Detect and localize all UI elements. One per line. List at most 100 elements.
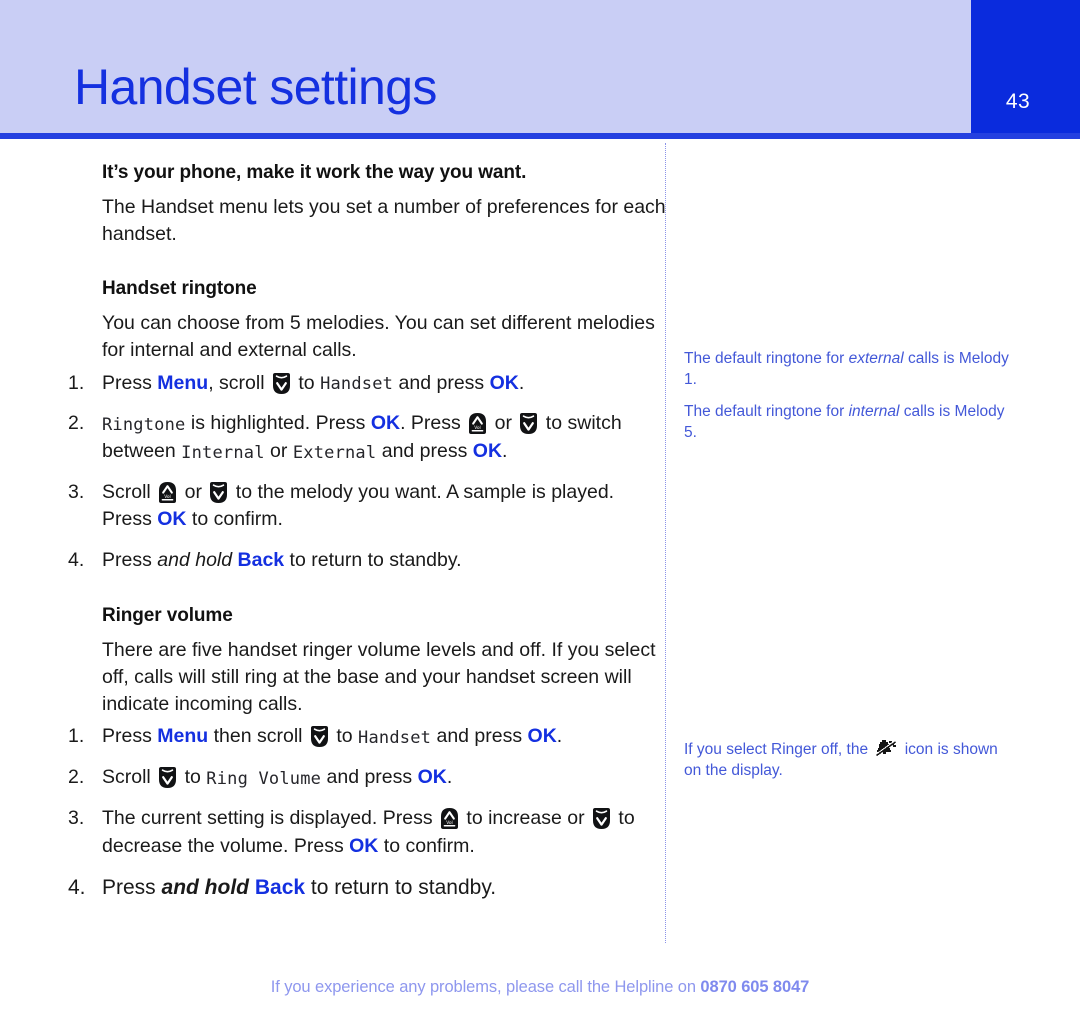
body-text: to [179, 766, 207, 789]
section-heading-ringer-volume: Ringer volume [102, 604, 233, 626]
step-body: Press Menu then scroll to Handset and pr… [102, 725, 563, 748]
body-text: and press [376, 440, 473, 462]
step-body: Ringtone is highlighted. Press OK. Press… [102, 412, 622, 462]
step-body: Press Menu, scroll to Handset and press … [102, 371, 525, 395]
instruction-step: 1. Press Menu then scroll to Handset and … [68, 723, 668, 751]
body-text: and press [431, 725, 528, 748]
instruction-step: 2. Scroll to Ring Volume and press OK. [68, 764, 668, 792]
scroll-down-key-icon [158, 766, 177, 789]
instruction-step: 3. Scroll Vol or to the melody you want. … [68, 479, 668, 534]
lcd-menu-label: Ring Volume [206, 768, 322, 789]
svg-text:Vol: Vol [474, 426, 481, 432]
body-text: or [179, 480, 208, 503]
instruction-step: 2. Ringtone is highlighted. Press OK. Pre… [68, 410, 668, 465]
section-body-ringer-volume: There are five handset ringer volume lev… [102, 638, 656, 715]
body-text: to return to standby. [305, 876, 497, 900]
page-number-tab: 43 [971, 0, 1080, 133]
body-text: Scroll [102, 480, 157, 503]
helpline-text: If you experience any problems, please c… [270, 978, 701, 996]
body-text: Press [102, 725, 158, 748]
key-label: Back [254, 876, 306, 900]
step-number: 2. [68, 412, 85, 435]
body-text: The default ringtone for [684, 350, 849, 367]
step-number: 1. [68, 725, 85, 748]
key-label: OK [370, 412, 401, 435]
body-text: . Press [400, 412, 467, 435]
scroll-down-key-icon [272, 372, 291, 395]
scroll-down-key-icon [209, 481, 228, 504]
step-body: Scroll Vol or to the melody you want. A … [102, 481, 614, 531]
step-number: 4. [68, 876, 86, 900]
step-body: The current setting is displayed. Press … [102, 807, 635, 857]
body-text: , scroll [208, 371, 270, 394]
step-number: 2. [68, 766, 85, 789]
step-body: Press and hold Back to return to standby… [102, 549, 462, 571]
body-text: to [292, 371, 321, 394]
key-label: Menu [157, 725, 209, 748]
scroll-up-key-icon: Vol [440, 807, 459, 830]
body-text: and press [393, 371, 490, 394]
emphasis-text: external [848, 350, 904, 367]
helpline-footer: If you experience any problems, please c… [0, 978, 1080, 997]
body-text: Press [102, 876, 162, 900]
step-number: 3. [68, 480, 85, 503]
instruction-step: 4. Press and hold Back to return to stand… [68, 547, 668, 575]
instruction-step: 1. Press Menu, scroll to Handset and pres… [68, 370, 668, 398]
body-text: or [489, 412, 518, 435]
body-text: Press [102, 371, 158, 394]
page-header: Handset settings 43 [0, 0, 1080, 133]
body-text: Scroll [102, 766, 157, 789]
body-text: then scroll [208, 725, 308, 748]
body-text: . [518, 371, 525, 394]
key-label: OK [157, 508, 187, 531]
scroll-up-key-icon: Vol [468, 412, 487, 435]
body-text: . [446, 766, 453, 789]
intro-paragraph: The Handset menu lets you set a number o… [102, 196, 666, 245]
lcd-menu-label: Internal [181, 442, 265, 463]
body-text: The default ringtone for [684, 402, 849, 420]
key-label: OK [417, 766, 447, 789]
section-heading-handset-ringtone: Handset ringtone [102, 277, 257, 299]
step-body: Press and hold Back to return to standby… [102, 876, 496, 899]
header-rule [0, 133, 1080, 139]
steps-ringer-volume: 1. Press Menu then scroll to Handset and … [68, 723, 668, 903]
body-text: to increase or [461, 806, 590, 829]
body-text: to confirm. [186, 508, 283, 531]
sidebar-note-default-external: The default ringtone for external calls … [684, 348, 1014, 391]
step-number: 1. [68, 371, 85, 394]
key-label: Back [237, 549, 285, 572]
sidebar-note-default-internal: The default ringtone for internal calls … [684, 401, 1014, 444]
scroll-up-key-icon: Vol [158, 481, 177, 504]
steps-handset-ringtone: 1. Press Menu, scroll to Handset and pres… [68, 370, 668, 575]
scroll-down-key-icon [592, 807, 611, 830]
step-number: 3. [68, 806, 85, 829]
key-label: OK [489, 371, 519, 394]
key-label: OK [349, 834, 379, 857]
svg-text:Vol: Vol [446, 820, 453, 826]
sidebar-note-ringer-off: If you select Ringer off, the icon is sh… [684, 739, 1014, 782]
scroll-down-key-icon [310, 725, 329, 748]
instruction-step: 3. The current setting is displayed. Pres… [68, 805, 668, 860]
key-label: Menu [157, 371, 209, 394]
lcd-menu-label: Handset [358, 727, 432, 748]
body-text: . [556, 725, 563, 748]
instruction-step: 4. Press and hold Back to return to stand… [68, 873, 668, 903]
page-title: Handset settings [74, 59, 437, 115]
body-text: Press [102, 549, 158, 572]
section-body-handset-ringtone: You can choose from 5 melodies. You can … [102, 311, 655, 361]
key-label: OK [527, 725, 557, 748]
step-body: Scroll to Ring Volume and press OK. [102, 766, 453, 789]
svg-text:Vol: Vol [164, 494, 171, 500]
emphasis-text: internal [848, 402, 900, 420]
step-number: 4. [68, 549, 85, 572]
body-text: to return to standby. [284, 549, 462, 572]
emphasis-text: and hold [157, 549, 233, 572]
sidebar-notes-column: The default ringtone for external calls … [684, 160, 1014, 791]
body-text: If you select Ringer off, the [684, 740, 873, 758]
main-content-column: It’s your phone, make it work the way yo… [68, 162, 668, 916]
body-text: is highlighted. Press [185, 412, 371, 435]
body-text: to [330, 725, 359, 748]
body-text: The current setting is displayed. Press [102, 806, 438, 829]
scroll-down-key-icon [519, 412, 538, 435]
emphasis-text: and hold [161, 876, 250, 900]
